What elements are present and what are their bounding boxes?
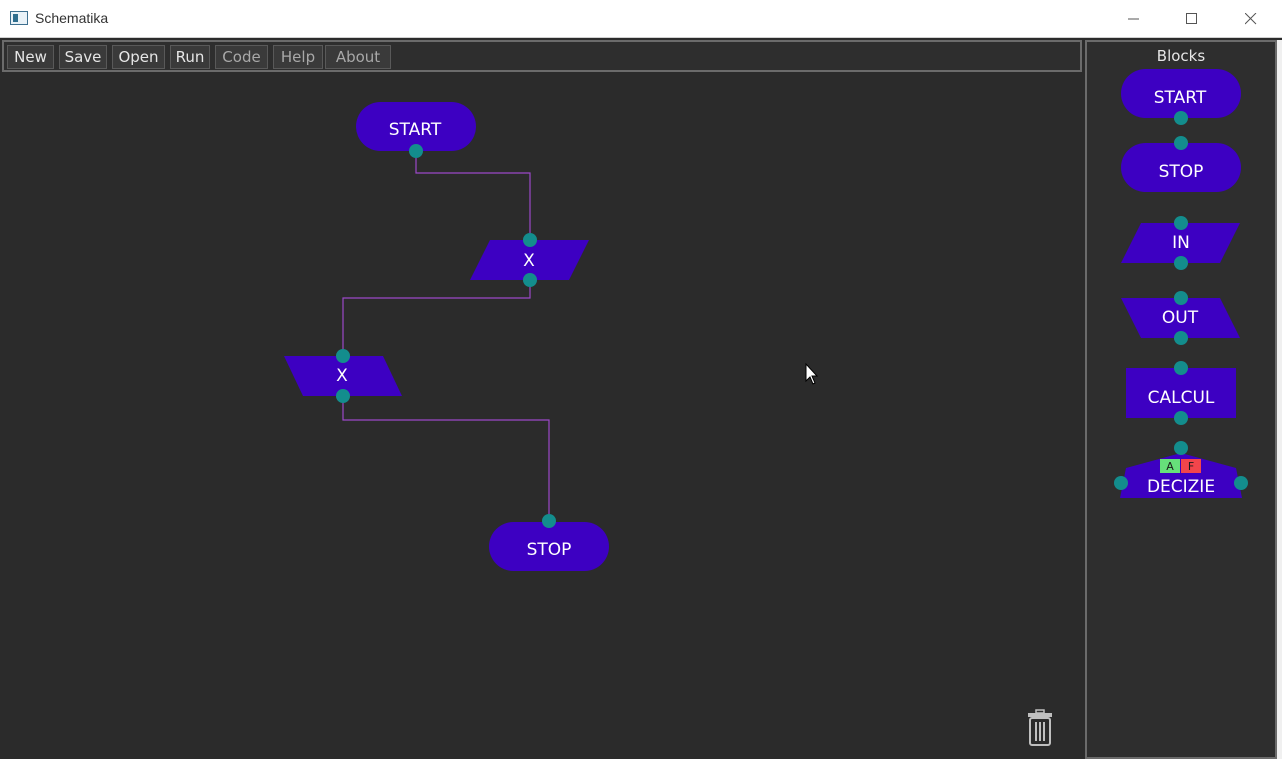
palette-decizie-label: DECIZIE: [1147, 477, 1215, 497]
flowchart-svg: START X X STOP: [284, 102, 819, 571]
connector-in: [1174, 361, 1188, 375]
connector-out[interactable]: [336, 389, 350, 403]
connector-out: [1174, 256, 1188, 270]
blocks-palette: Blocks START STOP IN OUT CALCUL A F DECI…: [1085, 40, 1277, 759]
connector-in: [1174, 441, 1188, 455]
canvas-start-block[interactable]: START: [356, 102, 476, 158]
open-button[interactable]: Open: [112, 45, 165, 69]
palette-stop-label: STOP: [1159, 162, 1204, 182]
save-button[interactable]: Save: [59, 45, 107, 69]
mouse-pointer-icon: [805, 362, 819, 385]
window-app-icon: [10, 11, 28, 25]
about-button[interactable]: About: [325, 45, 391, 69]
false-branch-label: F: [1188, 460, 1194, 473]
palette-calcul-block[interactable]: CALCUL: [1126, 361, 1236, 425]
window-title: Schematika: [35, 10, 109, 26]
window-right-edge: [1277, 40, 1282, 759]
connector-in[interactable]: [542, 514, 556, 528]
minimize-icon: [1128, 18, 1139, 20]
palette-start-label: START: [1154, 88, 1207, 108]
connector-in: [1174, 291, 1188, 305]
connector-in: [1174, 136, 1188, 150]
palette-out-block[interactable]: OUT: [1121, 291, 1240, 345]
connector-in[interactable]: [336, 349, 350, 363]
code-button[interactable]: Code: [215, 45, 268, 69]
close-button[interactable]: [1222, 0, 1280, 38]
connector-true-out: [1114, 476, 1128, 490]
palette-in-block[interactable]: IN: [1121, 216, 1240, 270]
canvas-input-block-2[interactable]: X: [284, 349, 402, 403]
connector-in[interactable]: [523, 233, 537, 247]
connector-out[interactable]: [409, 144, 423, 158]
maximize-icon: [1186, 13, 1197, 24]
palette-decizie-block[interactable]: A F DECIZIE: [1114, 441, 1248, 498]
maximize-button[interactable]: [1163, 0, 1221, 38]
canvas-start-label: START: [389, 120, 442, 140]
canvas-stop-label: STOP: [527, 540, 572, 560]
new-button[interactable]: New: [7, 45, 54, 69]
palette-stop-block[interactable]: STOP: [1121, 136, 1241, 192]
link-input2-to-stop[interactable]: [342, 396, 550, 521]
palette-in-label: IN: [1172, 233, 1190, 253]
palette-calcul-label: CALCUL: [1148, 388, 1215, 408]
trash-icon[interactable]: [1026, 709, 1054, 747]
title-bar: Schematika: [0, 0, 1282, 38]
help-button[interactable]: Help: [273, 45, 323, 69]
run-button[interactable]: Run: [170, 45, 210, 69]
canvas-stop-block[interactable]: STOP: [489, 514, 609, 571]
minimize-button[interactable]: [1105, 0, 1163, 38]
connector-false-out: [1234, 476, 1248, 490]
canvas-input1-label: X: [523, 251, 535, 271]
link-start-to-input1[interactable]: [415, 151, 531, 240]
palette-out-label: OUT: [1162, 308, 1199, 328]
link-input1-to-input2[interactable]: [342, 280, 531, 356]
palette-start-block[interactable]: START: [1121, 69, 1241, 125]
connector-out[interactable]: [523, 273, 537, 287]
close-icon: [1245, 13, 1257, 25]
true-branch-label: A: [1166, 460, 1174, 473]
palette-svg: START STOP IN OUT CALCUL A F DECIZIE: [1114, 69, 1248, 498]
connector-out: [1174, 331, 1188, 345]
connector-out: [1174, 411, 1188, 425]
connector-in: [1174, 216, 1188, 230]
connector-out: [1174, 111, 1188, 125]
menu-bar: New Save Open Run Code Help About: [2, 40, 1082, 72]
flowchart-canvas[interactable]: START X X STOP: [2, 74, 1082, 759]
canvas-input2-label: X: [336, 366, 348, 386]
canvas-input-block-1[interactable]: X: [470, 233, 589, 287]
